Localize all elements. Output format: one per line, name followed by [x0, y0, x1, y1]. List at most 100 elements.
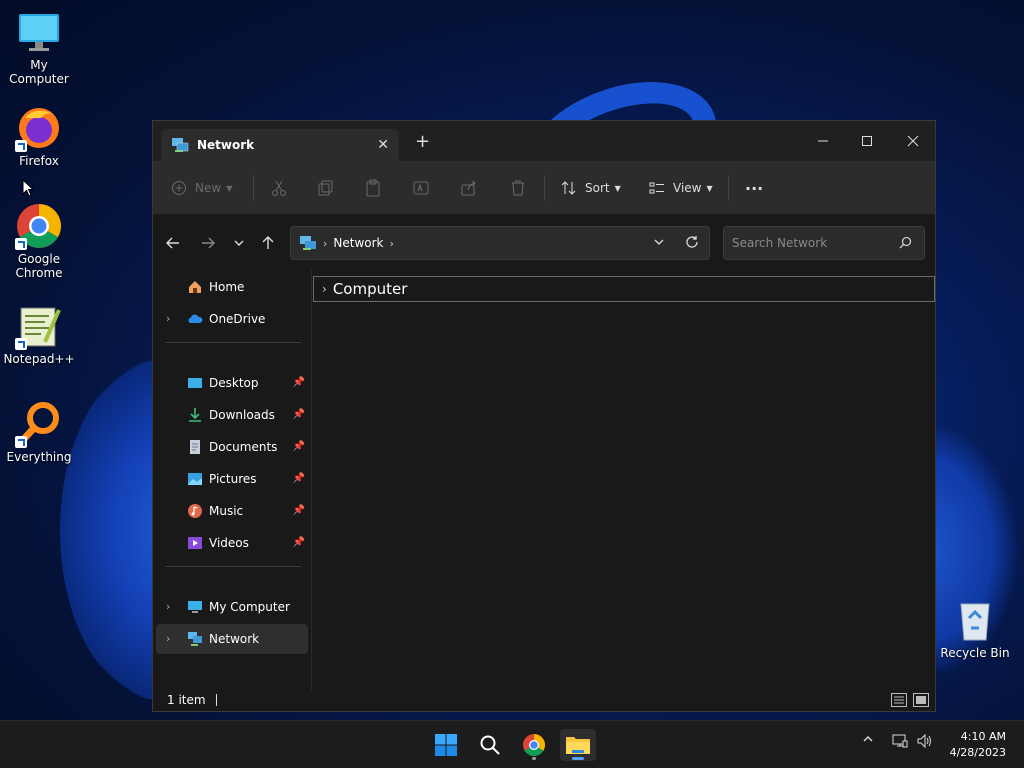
- clock-date: 4/28/2023: [949, 746, 1006, 759]
- pin-icon[interactable]: 📌: [293, 505, 305, 516]
- tab-close-icon[interactable]: ✕: [377, 137, 389, 153]
- sort-label: Sort: [585, 181, 610, 195]
- sidebar-item-label: My Computer: [209, 600, 290, 614]
- pin-icon[interactable]: 📌: [293, 441, 305, 452]
- taskbar-search-button[interactable]: [472, 729, 508, 761]
- address-history-button[interactable]: [653, 236, 665, 250]
- clock[interactable]: 4:10 AM 4/28/2023: [950, 729, 1006, 761]
- home-icon: [189, 281, 201, 293]
- chevron-right-icon[interactable]: ›: [166, 312, 170, 325]
- group-header-computer[interactable]: › Computer: [313, 276, 935, 302]
- sidebar-item-network[interactable]: › Network: [156, 624, 308, 654]
- network-icon: [188, 632, 202, 646]
- tab-network[interactable]: Network ✕: [161, 129, 399, 161]
- pin-icon[interactable]: 📌: [293, 473, 305, 484]
- shortcut-arrow-icon: [15, 338, 27, 350]
- document-icon: [190, 440, 200, 454]
- more-options-button[interactable]: ···: [745, 175, 763, 201]
- maximize-button[interactable]: [845, 127, 889, 155]
- file-list-pane[interactable]: › Computer: [313, 270, 935, 690]
- forward-button[interactable]: [196, 232, 220, 254]
- desktop-icon-google-chrome[interactable]: Google Chrome: [0, 202, 78, 280]
- sidebar-item-label: Downloads: [209, 408, 275, 422]
- sidebar-item-label: Music: [209, 504, 244, 518]
- sidebar-item-my-computer[interactable]: › My Computer: [156, 592, 308, 622]
- search-input[interactable]: [732, 236, 892, 250]
- up-button[interactable]: [256, 232, 280, 254]
- view-button[interactable]: View ▼: [649, 175, 713, 201]
- taskbar-chrome-button[interactable]: [516, 729, 552, 761]
- navigation-pane: Home › OneDrive Desktop 📌 Downloads 📌 Do…: [153, 270, 311, 680]
- breadcrumb-chevron-icon: ›: [323, 236, 328, 250]
- rename-button[interactable]: [412, 175, 430, 201]
- folder-icon: [566, 737, 590, 754]
- sidebar-item-home[interactable]: Home: [156, 272, 308, 302]
- sidebar-item-videos[interactable]: Videos 📌: [156, 528, 308, 558]
- network-icon: [172, 138, 189, 152]
- sidebar-item-desktop[interactable]: Desktop 📌: [156, 368, 308, 398]
- desktop-icon-notepad-plus-plus[interactable]: Notepad++: [0, 302, 78, 366]
- status-divider: [215, 694, 217, 706]
- taskbar: 4:10 AM 4/28/2023: [0, 720, 1024, 768]
- chevron-down-icon: [234, 240, 244, 246]
- new-button[interactable]: New ▼: [171, 175, 232, 201]
- pin-icon[interactable]: 📌: [293, 537, 305, 548]
- sidebar-divider: [165, 342, 301, 343]
- close-button[interactable]: [891, 127, 935, 155]
- minimize-button[interactable]: [801, 127, 845, 155]
- chevron-right-icon[interactable]: ›: [322, 282, 327, 296]
- paste-button[interactable]: [364, 175, 382, 201]
- sidebar-item-downloads[interactable]: Downloads 📌: [156, 400, 308, 430]
- desktop-icon-label: Notepad++: [3, 352, 75, 366]
- group-header-label: Computer: [332, 280, 408, 298]
- tab-title: Network: [197, 138, 255, 152]
- chevron-right-icon[interactable]: ›: [166, 600, 170, 613]
- copy-button[interactable]: [317, 175, 335, 201]
- picture-icon: [188, 473, 202, 485]
- chevron-down-icon: ▼: [706, 183, 713, 193]
- sort-button[interactable]: Sort ▼: [561, 175, 621, 201]
- network-status-button[interactable]: [892, 733, 908, 753]
- sidebar-item-music[interactable]: Music 📌: [156, 496, 308, 526]
- new-label: New: [195, 181, 222, 195]
- desktop-icon-firefox[interactable]: Firefox: [0, 104, 78, 168]
- desktop-icon-recycle-bin[interactable]: Recycle Bin: [936, 596, 1014, 660]
- search-box[interactable]: [723, 226, 925, 260]
- desktop-icon-everything[interactable]: Everything: [0, 400, 78, 464]
- tiles-view-button[interactable]: [913, 693, 929, 707]
- notepad-plus-plus-icon: [15, 302, 63, 350]
- cut-button[interactable]: [270, 175, 288, 201]
- chevron-right-icon[interactable]: ›: [166, 632, 170, 645]
- new-tab-plus-icon[interactable]: +: [415, 133, 430, 151]
- firefox-icon: [15, 104, 63, 152]
- chrome-icon: [523, 734, 545, 756]
- chevron-up-icon: [863, 736, 873, 742]
- chevron-down-icon: ▼: [226, 183, 233, 193]
- details-view-button[interactable]: [891, 693, 907, 707]
- search-icon[interactable]: [899, 236, 912, 252]
- volume-button[interactable]: [916, 733, 934, 753]
- desktop-icon-my-computer[interactable]: My Computer: [0, 8, 78, 86]
- address-bar[interactable]: › Network ›: [290, 226, 710, 260]
- back-button[interactable]: [161, 232, 185, 254]
- wired-network-icon: [892, 734, 908, 748]
- start-button[interactable]: [428, 729, 464, 761]
- toolbar-divider: [253, 175, 254, 201]
- sidebar-item-label: Videos: [209, 536, 249, 550]
- sidebar-item-pictures[interactable]: Pictures 📌: [156, 464, 308, 494]
- pane-splitter[interactable]: [311, 270, 312, 690]
- breadcrumb-network[interactable]: Network: [333, 236, 383, 250]
- cloud-icon: [188, 314, 203, 323]
- delete-button[interactable]: [509, 175, 527, 201]
- share-button[interactable]: [460, 175, 478, 201]
- show-hidden-icons-button[interactable]: [862, 733, 874, 748]
- desktop-icon-label: Firefox: [19, 154, 59, 168]
- sidebar-item-documents[interactable]: Documents 📌: [156, 432, 308, 462]
- pin-icon[interactable]: 📌: [293, 377, 305, 388]
- breadcrumb-chevron-icon[interactable]: ›: [390, 237, 394, 250]
- recent-locations-button[interactable]: [227, 232, 251, 254]
- taskbar-file-explorer-button[interactable]: [560, 729, 596, 761]
- sidebar-item-onedrive[interactable]: › OneDrive: [156, 304, 308, 334]
- refresh-button[interactable]: [685, 235, 699, 252]
- pin-icon[interactable]: 📌: [293, 409, 305, 420]
